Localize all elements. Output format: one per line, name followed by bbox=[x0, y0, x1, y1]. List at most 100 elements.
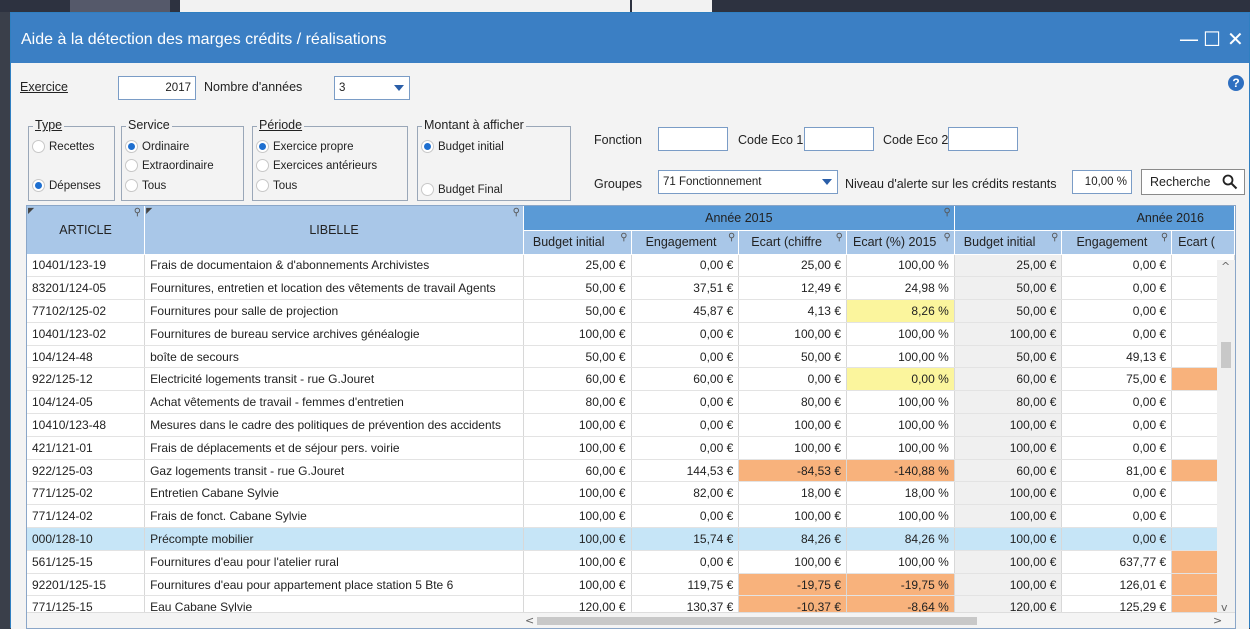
radio-exercices-anterieurs[interactable]: Exercices antérieurs bbox=[256, 159, 377, 173]
cell-engagement-2016[interactable]: 0,00 € bbox=[1061, 504, 1173, 529]
cell-engagement-2015[interactable]: 0,00 € bbox=[631, 390, 740, 415]
cell-article[interactable]: 83201/124-05 bbox=[27, 276, 146, 301]
horizontal-scrollbar[interactable]: < > bbox=[27, 612, 1235, 628]
cell-ecart-pct-2015[interactable]: 100,00 % bbox=[846, 345, 955, 369]
filter-magnifier-icon[interactable]: ⚲ bbox=[943, 207, 950, 218]
table-row[interactable]: 92201/125-15 Fournitures d'eau pour appar… bbox=[27, 573, 1235, 597]
cell-engagement-2015[interactable]: 0,00 € bbox=[631, 322, 740, 346]
cell-ecart-2015[interactable]: 84,26 € bbox=[738, 527, 847, 551]
col-ecart-2016-header[interactable]: Ecart ( bbox=[1171, 230, 1235, 255]
cell-engagement-2015[interactable]: 45,87 € bbox=[631, 299, 740, 323]
cell-engagement-2016[interactable]: 637,77 € bbox=[1061, 550, 1173, 574]
cell-budget-2016[interactable]: 25,00 € bbox=[954, 254, 1063, 278]
cell-ecart-2015[interactable]: 25,00 € bbox=[738, 254, 847, 278]
cell-ecart-pct-2015[interactable]: 100,00 % bbox=[846, 390, 955, 415]
cell-article[interactable]: 771/125-02 bbox=[27, 481, 146, 506]
cell-ecart-2015[interactable]: 4,13 € bbox=[738, 299, 847, 323]
cell-budget-2015[interactable]: 100,00 € bbox=[523, 436, 632, 460]
cell-budget-2016[interactable]: 100,00 € bbox=[954, 322, 1063, 346]
radio-budget-final[interactable]: Budget Final bbox=[421, 183, 503, 197]
cell-ecart-pct-2015[interactable]: 100,00 % bbox=[846, 436, 955, 460]
scroll-left-icon[interactable]: < bbox=[525, 614, 534, 627]
code-eco1-input[interactable] bbox=[804, 127, 874, 151]
cell-engagement-2016[interactable]: 0,00 € bbox=[1061, 254, 1173, 278]
cell-ecart-2015[interactable]: 100,00 € bbox=[738, 413, 847, 437]
col-ecart-chiffre-2015-header[interactable]: Ecart (chiffre ⚲ bbox=[738, 230, 847, 255]
cell-ecart-pct-2015[interactable]: 24,98 % bbox=[846, 276, 955, 301]
col-budget-2016-header[interactable]: Budget initial ⚲ bbox=[954, 230, 1063, 255]
table-row[interactable]: 922/125-03 Gaz logements transit - rue G.… bbox=[27, 459, 1235, 483]
col-article-header[interactable]: ◤ ARTICLE ⚲ bbox=[27, 206, 146, 255]
cell-libelle[interactable]: boîte de secours bbox=[144, 345, 524, 369]
cell-budget-2016[interactable]: 100,00 € bbox=[954, 481, 1063, 506]
cell-budget-2015[interactable]: 50,00 € bbox=[523, 276, 632, 301]
cell-budget-2015[interactable]: 25,00 € bbox=[523, 254, 632, 278]
col-engagement-2016-header[interactable]: Engagement ⚲ bbox=[1061, 230, 1173, 255]
cell-article[interactable]: 10401/123-19 bbox=[27, 254, 146, 278]
cell-ecart-pct-2015[interactable]: 100,00 % bbox=[846, 504, 955, 529]
cell-ecart-2015[interactable]: 80,00 € bbox=[738, 390, 847, 415]
cell-libelle[interactable]: Fournitures d'eau pour appartement place… bbox=[144, 573, 524, 597]
cell-ecart-pct-2015[interactable]: 100,00 % bbox=[846, 322, 955, 346]
cell-article[interactable]: 104/124-05 bbox=[27, 390, 146, 415]
cell-engagement-2016[interactable]: 49,13 € bbox=[1061, 345, 1173, 369]
table-row[interactable]: 922/125-12 Electricité logements transit … bbox=[27, 367, 1235, 392]
cell-budget-2016[interactable]: 100,00 € bbox=[954, 550, 1063, 574]
cell-budget-2016[interactable]: 100,00 € bbox=[954, 413, 1063, 437]
cell-article[interactable]: 10401/123-02 bbox=[27, 322, 146, 346]
cell-engagement-2015[interactable]: 144,53 € bbox=[631, 459, 740, 483]
cell-ecart-2015[interactable]: 100,00 € bbox=[738, 504, 847, 529]
exercice-input[interactable]: 2017 bbox=[118, 76, 196, 100]
table-row[interactable]: 10401/123-02 Fournitures de bureau servic… bbox=[27, 322, 1235, 346]
cell-article[interactable]: 922/125-12 bbox=[27, 367, 146, 392]
cell-budget-2016[interactable]: 100,00 € bbox=[954, 504, 1063, 529]
cell-engagement-2015[interactable]: 0,00 € bbox=[631, 436, 740, 460]
table-row[interactable]: 104/124-05 Achat vêtements de travail - f… bbox=[27, 390, 1235, 415]
table-row[interactable]: 77102/125-02 Fournitures pour salle de pr… bbox=[27, 299, 1235, 323]
cell-ecart-2015[interactable]: 18,00 € bbox=[738, 481, 847, 506]
cell-article[interactable]: 771/124-02 bbox=[27, 504, 146, 529]
cell-engagement-2015[interactable]: 37,51 € bbox=[631, 276, 740, 301]
cell-ecart-pct-2015[interactable]: 84,26 % bbox=[846, 527, 955, 551]
cell-budget-2015[interactable]: 100,00 € bbox=[523, 550, 632, 574]
table-row[interactable]: 000/128-10 Précompte mobilier 100,00 €15,7… bbox=[27, 527, 1235, 551]
cell-ecart-2015[interactable]: 100,00 € bbox=[738, 436, 847, 460]
col-engagement-2015-header[interactable]: Engagement ⚲ bbox=[631, 230, 740, 255]
cell-ecart-2015[interactable]: 12,49 € bbox=[738, 276, 847, 301]
cell-ecart-pct-2015[interactable]: 8,26 % bbox=[846, 299, 955, 323]
cell-budget-2015[interactable]: 60,00 € bbox=[523, 367, 632, 392]
cell-engagement-2016[interactable]: 0,00 € bbox=[1061, 527, 1173, 551]
cell-budget-2016[interactable]: 80,00 € bbox=[954, 390, 1063, 415]
radio-extraordinaire[interactable]: Extraordinaire bbox=[125, 159, 214, 173]
cell-libelle[interactable]: Achat vêtements de travail - femmes d'en… bbox=[144, 390, 524, 415]
cell-engagement-2015[interactable]: 15,74 € bbox=[631, 527, 740, 551]
help-icon[interactable]: ? bbox=[1228, 75, 1244, 91]
cell-budget-2016[interactable]: 50,00 € bbox=[954, 299, 1063, 323]
cell-engagement-2016[interactable]: 0,00 € bbox=[1061, 276, 1173, 301]
cell-ecart-pct-2015[interactable]: 0,00 % bbox=[846, 367, 955, 392]
cell-budget-2015[interactable]: 50,00 € bbox=[523, 345, 632, 369]
table-row[interactable]: 83201/124-05 Fournitures, entretien et lo… bbox=[27, 276, 1235, 301]
cell-libelle[interactable]: Electricité logements transit - rue G.Jo… bbox=[144, 367, 524, 392]
cell-article[interactable]: 92201/125-15 bbox=[27, 573, 146, 597]
table-row[interactable]: 771/125-02 Entretien Cabane Sylvie 100,00 … bbox=[27, 481, 1235, 506]
cell-libelle[interactable]: Entretien Cabane Sylvie bbox=[144, 481, 524, 506]
cell-ecart-pct-2015[interactable]: -140,88 % bbox=[846, 459, 955, 483]
minimize-button[interactable]: — bbox=[1179, 27, 1199, 51]
cell-engagement-2015[interactable]: 0,00 € bbox=[631, 504, 740, 529]
cell-article[interactable]: 104/124-48 bbox=[27, 345, 146, 369]
col-budget-2015-header[interactable]: Budget initial ⚲ bbox=[523, 230, 632, 255]
cell-budget-2015[interactable]: 100,00 € bbox=[523, 527, 632, 551]
radio-ordinaire[interactable]: Ordinaire bbox=[125, 140, 189, 154]
col-libelle-header[interactable]: ◤ LIBELLE ⚲ bbox=[144, 206, 524, 255]
filter-magnifier-icon[interactable]: ⚲ bbox=[134, 207, 141, 218]
table-row[interactable]: 10410/123-48 Mesures dans le cadre des po… bbox=[27, 413, 1235, 437]
cell-article[interactable]: 77102/125-02 bbox=[27, 299, 146, 323]
cell-engagement-2015[interactable]: 82,00 € bbox=[631, 481, 740, 506]
radio-recettes[interactable]: Recettes bbox=[32, 140, 94, 154]
table-row[interactable]: 104/124-48 boîte de secours 50,00 €0,00 €5… bbox=[27, 345, 1235, 369]
cell-engagement-2015[interactable]: 119,75 € bbox=[631, 573, 740, 597]
cell-engagement-2015[interactable]: 0,00 € bbox=[631, 550, 740, 574]
cell-libelle[interactable]: Frais de documentaion & d'abonnements Ar… bbox=[144, 254, 524, 278]
cell-budget-2015[interactable]: 80,00 € bbox=[523, 390, 632, 415]
